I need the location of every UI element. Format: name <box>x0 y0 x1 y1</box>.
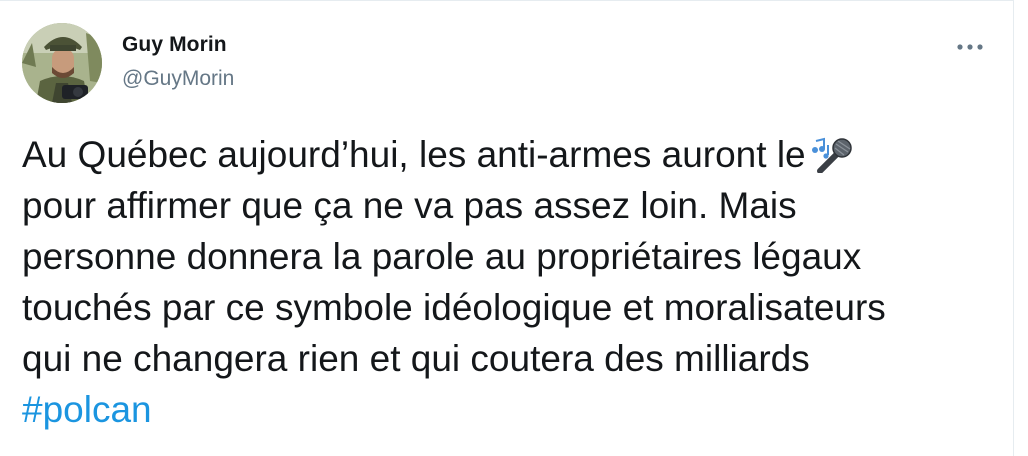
more-dots-icon <box>957 44 983 50</box>
tweet-line-3: personne donnera la parole au propriétai… <box>22 236 862 277</box>
profile-photo-icon <box>22 23 102 103</box>
author-name[interactable]: Guy Morin <box>122 33 227 57</box>
tweet-text: Au Québec aujourd’hui, les anti-armes au… <box>22 129 982 435</box>
tweet-line-2: pour affirmer que ça ne va pas assez loi… <box>22 185 797 226</box>
more-options-button[interactable] <box>950 33 990 61</box>
microphone-music-icon <box>810 135 854 174</box>
tweet-line-5: qui ne changera rien et qui coutera des … <box>22 338 810 379</box>
tweet-card: Guy Morin @GuyMorin Au Québec aujourd’hu… <box>0 0 1014 456</box>
tweet-line-1-text: Au Québec aujourd’hui, les anti-armes au… <box>22 134 806 175</box>
avatar[interactable] <box>22 23 102 103</box>
hashtag-line: #polcan <box>22 384 982 435</box>
tweet-line-1: Au Québec aujourd’hui, les anti-armes au… <box>22 129 982 180</box>
tweet-line-4: touchés par ce symbole idéologique et mo… <box>22 287 886 328</box>
hashtag-link[interactable]: #polcan <box>22 389 152 430</box>
author-handle[interactable]: @GuyMorin <box>122 67 234 91</box>
